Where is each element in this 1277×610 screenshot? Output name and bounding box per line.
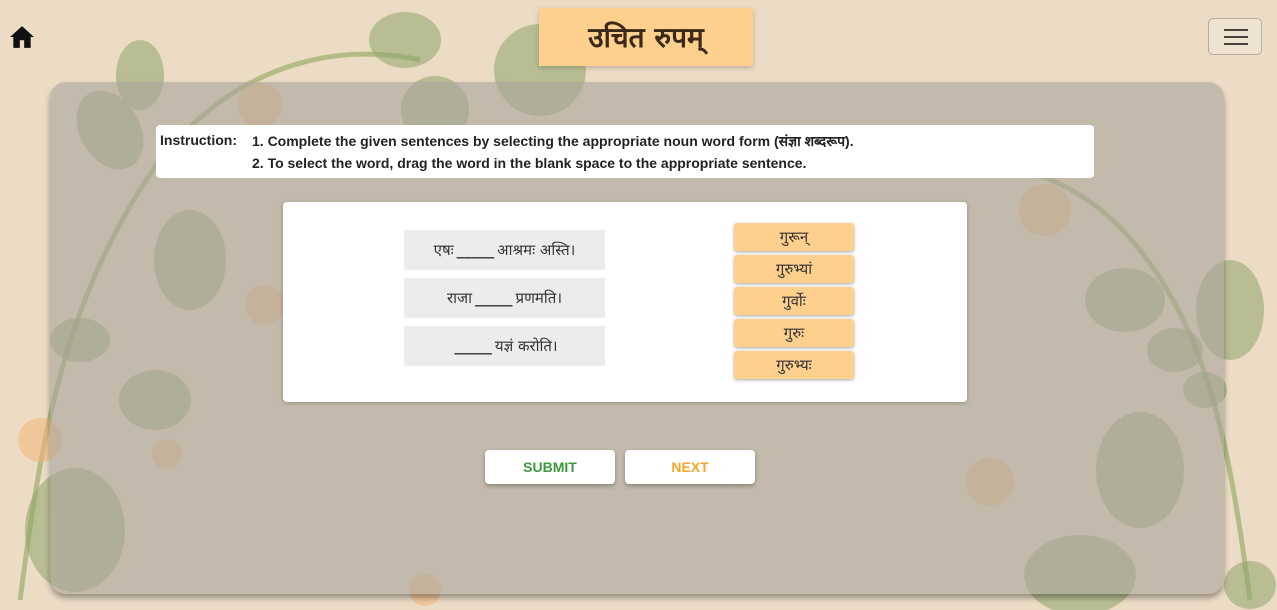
hamburger-menu-icon[interactable]: [1208, 18, 1262, 55]
sentence-3-after: यज्ञं करोति।: [494, 337, 558, 355]
next-button[interactable]: NEXT: [625, 450, 755, 484]
instruction-line-1: 1. Complete the given sentences by selec…: [252, 133, 854, 149]
sentence-3: _____ यज्ञं करोति।: [404, 326, 605, 366]
menu-bar-top: [1224, 29, 1248, 31]
sentence-1: एषः _____ आश्रमः अस्ति।: [404, 230, 605, 270]
instruction-label: Instruction:: [160, 132, 237, 148]
draggable-word-4[interactable]: गुरुः: [734, 319, 854, 347]
sentence-1-before: एषः: [433, 241, 454, 259]
instruction-box: Instruction: 1. Complete the given sente…: [156, 125, 1094, 178]
sentence-1-blank[interactable]: _____: [457, 241, 495, 259]
draggable-word-2[interactable]: गुरुभ्यां: [734, 255, 854, 283]
draggable-word-1[interactable]: गुरून्: [734, 223, 854, 251]
draggable-word-3[interactable]: गुर्वोः: [734, 287, 854, 315]
draggable-word-5[interactable]: गुरुभ्यः: [734, 351, 854, 379]
sentence-1-after: आश्रमः अस्ति।: [497, 241, 576, 259]
sentence-2-blank[interactable]: _____: [475, 289, 513, 307]
submit-button[interactable]: SUBMIT: [485, 450, 615, 484]
page-title: उचित रुपम्: [539, 8, 753, 66]
home-icon[interactable]: [9, 24, 35, 50]
sentence-2: राजा _____ प्रणमति।: [404, 278, 605, 318]
exercise-card: [283, 202, 967, 402]
instruction-line-2: 2. To select the word, drag the word in …: [252, 155, 807, 171]
menu-bar-bottom: [1224, 43, 1248, 45]
menu-bar-middle: [1224, 36, 1248, 38]
sentence-2-before: राजा: [446, 289, 473, 307]
sentence-2-after: प्रणमति।: [515, 289, 563, 307]
sentence-3-blank[interactable]: _____: [454, 337, 492, 355]
